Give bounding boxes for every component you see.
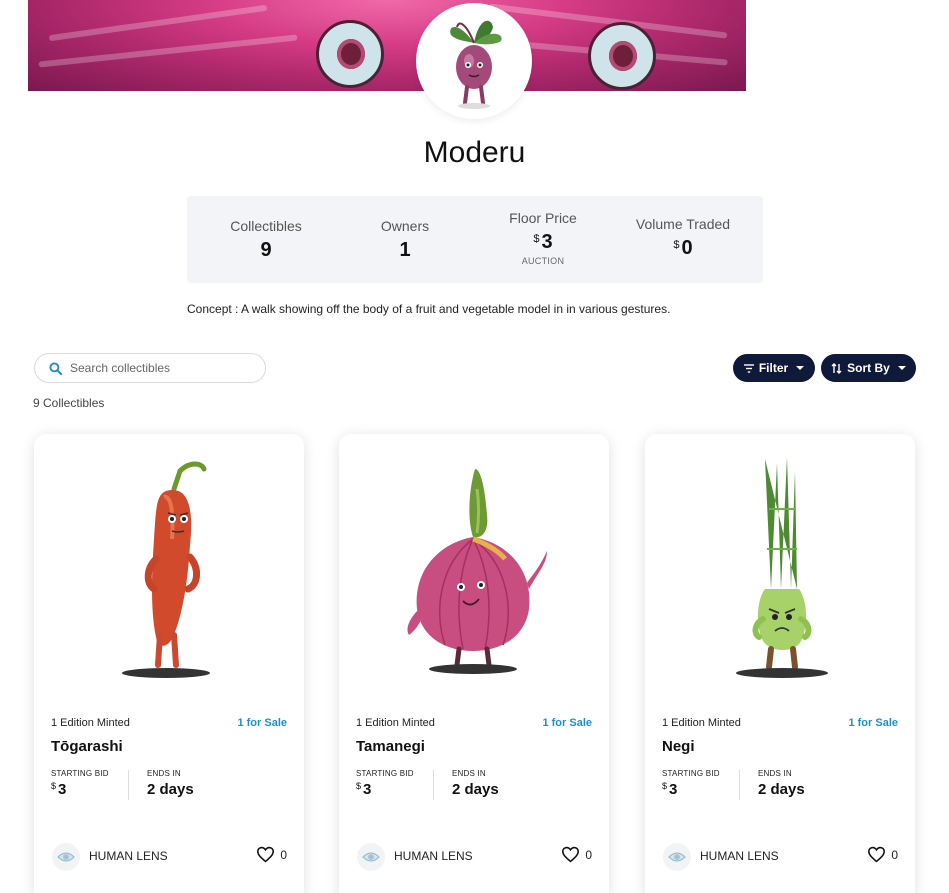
creator-avatar[interactable] bbox=[52, 843, 80, 871]
like-button[interactable]: 0 bbox=[561, 846, 592, 863]
like-count: 0 bbox=[585, 847, 592, 862]
stat-collectibles: Collectibles 9 bbox=[194, 218, 338, 262]
editions-minted: 1 Edition Minted bbox=[356, 717, 435, 729]
collectible-name[interactable]: Tamanegi bbox=[356, 738, 425, 755]
like-button[interactable]: 0 bbox=[867, 846, 898, 863]
editions-minted: 1 Edition Minted bbox=[662, 717, 741, 729]
creator-avatar[interactable] bbox=[357, 843, 385, 871]
green-onion-character-icon bbox=[736, 457, 828, 678]
collectible-card[interactable]: 1 Edition Minted 1 for Sale Tamanegi STA… bbox=[339, 434, 609, 893]
stat-number: 0 bbox=[681, 237, 693, 259]
sort-icon bbox=[831, 362, 842, 374]
stat-label: Collectibles bbox=[230, 218, 302, 234]
filter-button[interactable]: Filter bbox=[733, 354, 815, 382]
ends-in-label: ENDS IN bbox=[452, 769, 486, 778]
divider bbox=[433, 770, 434, 800]
collectibles-count: 9 Collectibles bbox=[33, 396, 105, 410]
for-sale-badge: 1 for Sale bbox=[237, 717, 287, 729]
stat-floor-price: Floor Price $3 AUCTION bbox=[471, 210, 615, 266]
creator-name[interactable]: HUMAN LENS bbox=[89, 849, 168, 863]
ends-in-value: 2 days bbox=[452, 781, 499, 798]
banner-eye-right bbox=[588, 22, 656, 90]
stat-volume-traded: Volume Traded $0 bbox=[611, 216, 755, 260]
heart-icon bbox=[257, 846, 275, 863]
stat-value: $0 bbox=[611, 237, 755, 260]
chili-pepper-character-icon bbox=[122, 461, 210, 678]
editions-minted: 1 Edition Minted bbox=[51, 717, 130, 729]
stat-label: Volume Traded bbox=[635, 216, 731, 232]
currency-symbol: $ bbox=[662, 781, 668, 791]
stat-value: 9 bbox=[260, 239, 272, 261]
currency-symbol: $ bbox=[51, 781, 57, 791]
starting-bid-label: STARTING BID bbox=[51, 769, 109, 778]
stat-label: Floor Price bbox=[509, 210, 577, 226]
filter-label: Filter bbox=[758, 361, 789, 375]
sort-button[interactable]: Sort By bbox=[821, 354, 916, 382]
creator-name[interactable]: HUMAN LENS bbox=[394, 849, 473, 863]
for-sale-badge: 1 for Sale bbox=[542, 717, 592, 729]
starting-bid-value: $3 bbox=[356, 781, 371, 798]
eye-logo-icon bbox=[57, 852, 75, 862]
collection-concept: Concept : A walk showing off the body of… bbox=[187, 302, 671, 316]
eye-logo-icon bbox=[668, 852, 686, 862]
collectible-name[interactable]: Tōgarashi bbox=[51, 738, 123, 755]
creator-avatar[interactable] bbox=[663, 843, 691, 871]
bid-amount: 3 bbox=[58, 781, 67, 798]
chevron-down-icon bbox=[897, 366, 906, 370]
collectible-image[interactable] bbox=[34, 434, 304, 704]
banner-stripe bbox=[48, 4, 268, 42]
like-count: 0 bbox=[891, 847, 898, 862]
ends-in-label: ENDS IN bbox=[147, 769, 181, 778]
divider bbox=[128, 770, 129, 800]
ends-in-label: ENDS IN bbox=[758, 769, 792, 778]
currency-symbol: $ bbox=[356, 781, 362, 791]
ends-in-value: 2 days bbox=[758, 781, 805, 798]
currency-symbol: $ bbox=[533, 233, 540, 245]
collectible-card[interactable]: 1 Edition Minted 1 for Sale Tōgarashi ST… bbox=[34, 434, 304, 893]
collectible-image[interactable] bbox=[339, 434, 609, 704]
collection-avatar bbox=[416, 3, 532, 119]
collectible-name[interactable]: Negi bbox=[662, 738, 695, 755]
sort-label: Sort By bbox=[847, 361, 890, 375]
eye-logo-icon bbox=[362, 852, 380, 862]
bid-amount: 3 bbox=[669, 781, 678, 798]
creator-name[interactable]: HUMAN LENS bbox=[700, 849, 779, 863]
stat-value: $3 bbox=[471, 231, 615, 254]
chevron-down-icon bbox=[796, 366, 805, 370]
collection-title: Moderu bbox=[423, 136, 526, 169]
collectible-card[interactable]: 1 Edition Minted 1 for Sale Negi STARTIN… bbox=[645, 434, 915, 893]
stat-value: 1 bbox=[399, 239, 411, 261]
heart-icon bbox=[562, 846, 580, 863]
search-icon bbox=[49, 361, 62, 375]
banner-eye-left bbox=[316, 20, 384, 88]
like-count: 0 bbox=[280, 847, 287, 862]
ends-in-value: 2 days bbox=[147, 781, 194, 798]
stat-owners: Owners 1 bbox=[333, 218, 477, 262]
stat-label: Owners bbox=[380, 218, 430, 234]
search-box[interactable] bbox=[34, 353, 266, 383]
divider bbox=[739, 770, 740, 800]
like-button[interactable]: 0 bbox=[256, 846, 287, 863]
currency-symbol: $ bbox=[673, 239, 680, 251]
collection-banner bbox=[28, 0, 746, 91]
starting-bid-value: $3 bbox=[662, 781, 677, 798]
onion-character-icon bbox=[407, 469, 547, 674]
starting-bid-label: STARTING BID bbox=[356, 769, 414, 778]
beet-character-icon bbox=[450, 20, 502, 109]
heart-icon bbox=[868, 846, 886, 863]
starting-bid-label: STARTING BID bbox=[662, 769, 720, 778]
banner-stripe bbox=[38, 34, 298, 68]
stat-number: 3 bbox=[541, 231, 553, 253]
bid-amount: 3 bbox=[363, 781, 372, 798]
collectible-image[interactable] bbox=[645, 434, 915, 704]
starting-bid-value: $3 bbox=[51, 781, 66, 798]
search-input[interactable] bbox=[70, 361, 250, 375]
stat-sub: AUCTION bbox=[521, 256, 565, 266]
for-sale-badge: 1 for Sale bbox=[848, 717, 898, 729]
filter-icon bbox=[743, 363, 754, 373]
collection-stats: Collectibles 9 Owners 1 Floor Price $3 A… bbox=[187, 196, 763, 283]
